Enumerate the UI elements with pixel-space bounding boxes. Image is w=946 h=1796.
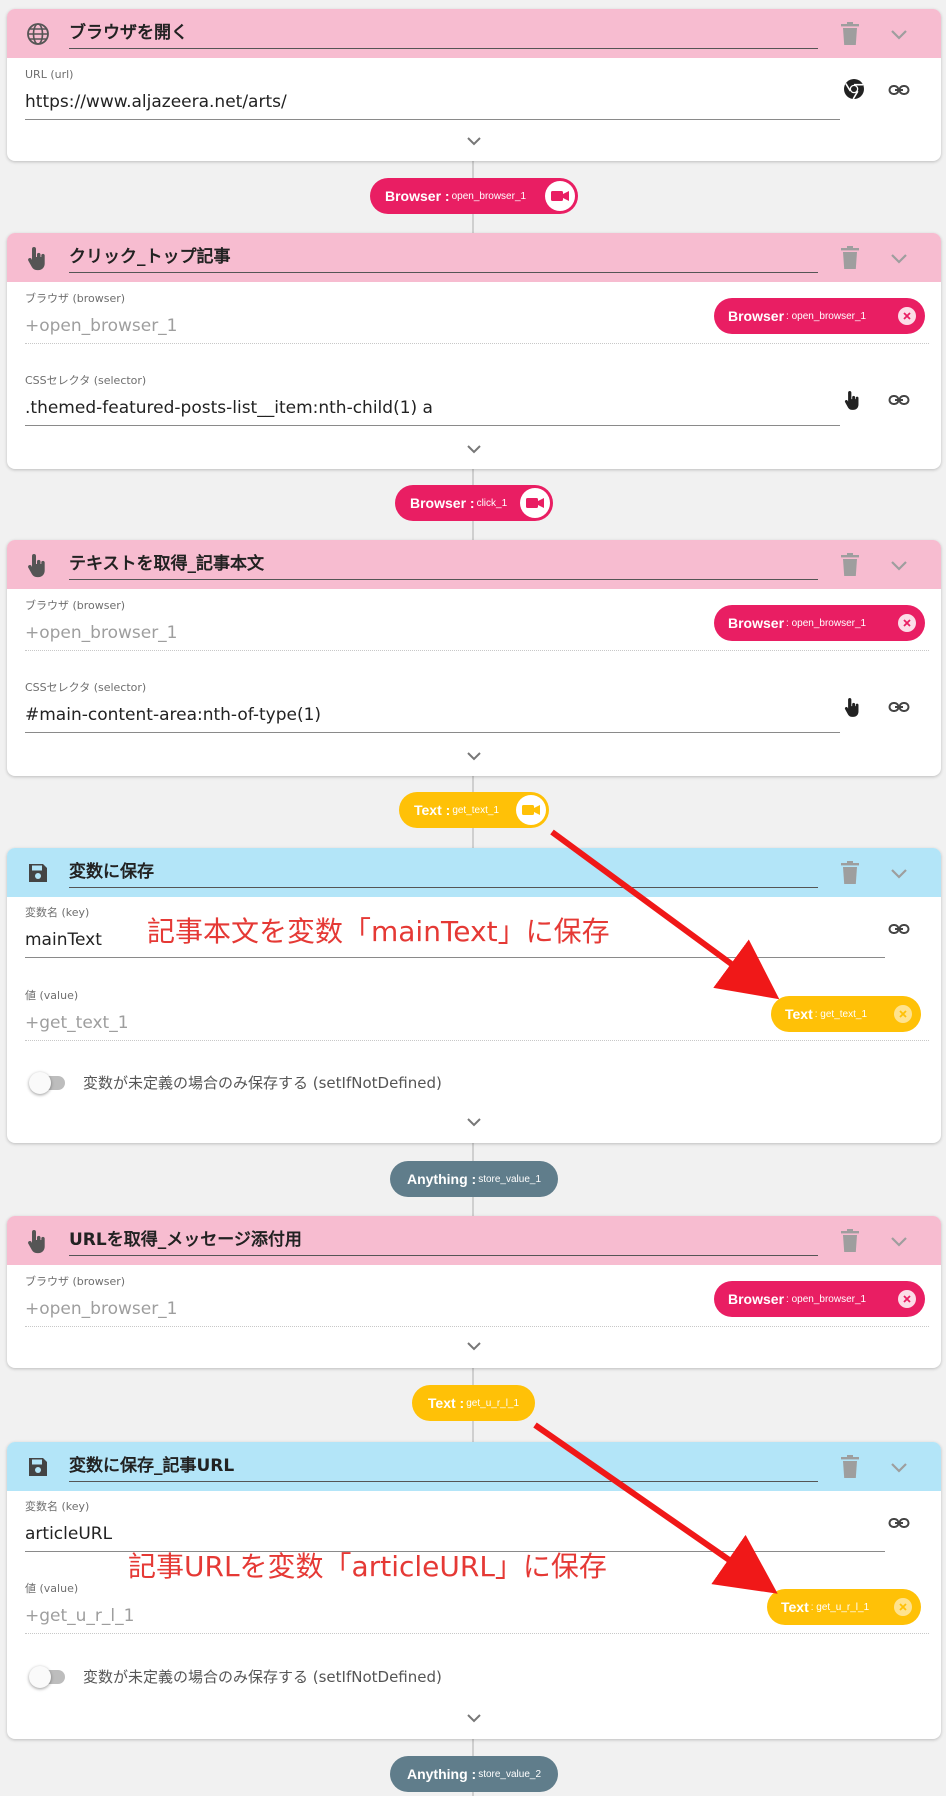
expand-chevron-icon[interactable]	[465, 1338, 483, 1352]
close-circle-icon[interactable]	[898, 307, 916, 325]
trash-icon[interactable]	[838, 21, 862, 47]
close-circle-icon[interactable]	[898, 614, 916, 632]
step-title[interactable]: テキストを取得_記事本文	[69, 552, 818, 580]
step-card-store-url: 変数に保存_記事URL 変数名 (key) articleURL 値 (valu…	[7, 1442, 941, 1739]
video-camera-icon[interactable]	[516, 795, 546, 825]
input-chip-text[interactable]: Text : get_text_1	[771, 996, 921, 1032]
close-circle-icon[interactable]	[898, 1290, 916, 1308]
trash-icon[interactable]	[838, 1228, 862, 1254]
annotation-text: 記事本文を変数「mainText」に保存	[147, 915, 610, 948]
step-card-open-browser: ブラウザを開く URL (url) https://www.aljazeera.…	[7, 9, 941, 161]
card-header: URLを取得_メッセージ添付用	[7, 1216, 941, 1265]
video-camera-icon[interactable]	[545, 181, 575, 211]
hand-pointer-icon	[25, 552, 51, 578]
trash-icon[interactable]	[838, 860, 862, 886]
toggle-label: 変数が未定義の場合のみ保存する (setIfNotDefined)	[83, 1074, 442, 1092]
trash-icon[interactable]	[838, 1454, 862, 1480]
chevron-down-icon[interactable]	[887, 1230, 911, 1252]
input-chip-text[interactable]: Text : get_u_r_l_1	[767, 1589, 921, 1625]
url-field[interactable]: URL (url) https://www.aljazeera.net/arts…	[25, 68, 840, 120]
link-icon[interactable]	[888, 389, 910, 411]
chevron-down-icon[interactable]	[887, 247, 911, 269]
output-chip-text[interactable]: Text : get_u_r_l_1	[412, 1385, 535, 1421]
card-header: クリック_トップ記事	[7, 233, 941, 282]
output-chip-browser[interactable]: Browser : open_browser_1	[370, 178, 578, 214]
link-icon[interactable]	[888, 1512, 910, 1534]
expand-chevron-icon[interactable]	[465, 441, 483, 455]
trash-icon[interactable]	[838, 245, 862, 271]
input-chip-browser[interactable]: Browser : open_browser_1	[714, 298, 925, 334]
input-chip-browser[interactable]: Browser : open_browser_1	[714, 1281, 925, 1317]
step-card-click: クリック_トップ記事 ブラウザ (browser) +open_browser_…	[7, 233, 941, 469]
chevron-down-icon[interactable]	[887, 23, 911, 45]
card-header: 変数に保存_記事URL	[7, 1442, 941, 1491]
output-chip-anything[interactable]: Anything : store_value_1	[390, 1161, 558, 1197]
step-title[interactable]: ブラウザを開く	[69, 21, 818, 49]
link-icon[interactable]	[888, 79, 910, 101]
video-camera-icon[interactable]	[520, 488, 550, 518]
close-circle-icon[interactable]	[894, 1598, 912, 1616]
globe-icon	[25, 21, 51, 47]
set-if-not-defined-toggle[interactable]	[29, 1664, 69, 1688]
expand-chevron-icon[interactable]	[465, 1710, 483, 1724]
set-if-not-defined-toggle[interactable]	[29, 1070, 69, 1094]
chevron-down-icon[interactable]	[887, 1456, 911, 1478]
hand-pointer-icon	[25, 245, 51, 271]
output-chip-text[interactable]: Text : get_text_1	[399, 792, 549, 828]
selector-field[interactable]: CSSセレクタ (selector) #main-content-area:nt…	[25, 681, 840, 733]
close-circle-icon[interactable]	[894, 1005, 912, 1023]
link-icon[interactable]	[888, 696, 910, 718]
annotation-text: 記事URLを変数「articleURL」に保存	[128, 1550, 607, 1583]
card-header: 変数に保存	[7, 848, 941, 897]
card-header: ブラウザを開く	[7, 9, 941, 58]
expand-chevron-icon[interactable]	[465, 133, 483, 147]
step-title[interactable]: 変数に保存	[69, 860, 818, 888]
chrome-icon[interactable]	[843, 78, 865, 100]
step-card-get-text: テキストを取得_記事本文 ブラウザ (browser) +open_browse…	[7, 540, 941, 776]
step-card-store-value: 変数に保存 変数名 (key) mainText 値 (value) +get_…	[7, 848, 941, 1143]
hand-pointer-icon[interactable]	[844, 696, 866, 718]
save-icon	[25, 860, 51, 886]
selector-field[interactable]: CSSセレクタ (selector) .themed-featured-post…	[25, 374, 840, 426]
chevron-down-icon[interactable]	[887, 862, 911, 884]
step-card-get-url: URLを取得_メッセージ添付用 ブラウザ (browser) +open_bro…	[7, 1216, 941, 1368]
toggle-label: 変数が未定義の場合のみ保存する (setIfNotDefined)	[83, 1668, 442, 1686]
expand-chevron-icon[interactable]	[465, 748, 483, 762]
output-chip-anything[interactable]: Anything : store_value_2	[390, 1756, 558, 1792]
step-title[interactable]: 変数に保存_記事URL	[69, 1454, 818, 1482]
step-title[interactable]: URLを取得_メッセージ添付用	[69, 1228, 818, 1256]
hand-pointer-icon[interactable]	[844, 389, 866, 411]
save-icon	[25, 1454, 51, 1480]
output-chip-browser[interactable]: Browser : click_1	[395, 485, 553, 521]
step-title[interactable]: クリック_トップ記事	[69, 245, 818, 273]
hand-pointer-icon	[25, 1228, 51, 1254]
card-header: テキストを取得_記事本文	[7, 540, 941, 589]
expand-chevron-icon[interactable]	[465, 1114, 483, 1128]
input-chip-browser[interactable]: Browser : open_browser_1	[714, 605, 925, 641]
chevron-down-icon[interactable]	[887, 554, 911, 576]
link-icon[interactable]	[888, 918, 910, 940]
trash-icon[interactable]	[838, 552, 862, 578]
